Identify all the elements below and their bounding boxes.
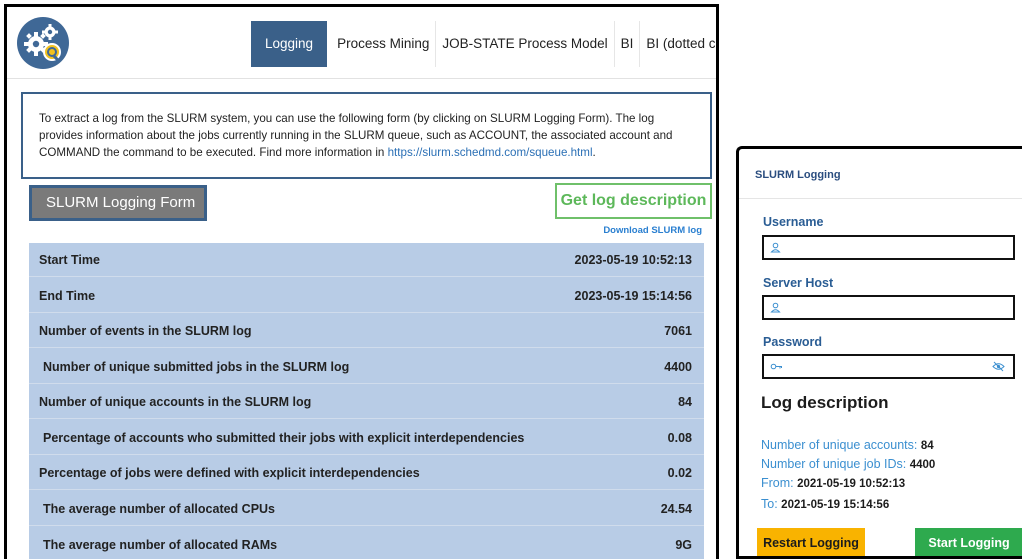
stat-row-pct-accounts: Percentage of accounts who submitted the…	[29, 421, 704, 455]
stat-value: 2023-05-19 15:14:56	[574, 289, 692, 303]
server-host-field[interactable]	[762, 295, 1015, 320]
password-field[interactable]	[762, 354, 1015, 379]
key-icon	[770, 363, 782, 370]
main-window: Logging Process Mining JOB-STATE Process…	[4, 4, 719, 559]
server-host-label: Server Host	[763, 276, 834, 290]
user-icon	[770, 242, 781, 253]
from-line: From: 2021-05-19 10:52:13	[761, 476, 905, 490]
log-stats-table: Start Time 2023-05-19 10:52:13 End Time …	[29, 243, 704, 559]
stat-value: 24.54	[660, 502, 692, 516]
download-slurm-log-link[interactable]: Download SLURM log	[603, 225, 702, 236]
stat-label: Number of unique submitted jobs in the S…	[43, 360, 350, 374]
unique-jobs-value: 4400	[909, 459, 936, 471]
slurm-logging-form-button[interactable]: SLURM Logging Form	[29, 185, 207, 221]
stat-label: Number of events in the SLURM log	[39, 324, 252, 338]
tab-bi-dotted-charts[interactable]: BI (dotted charts)	[640, 21, 716, 67]
slurm-logging-panel: SLURM Logging Username Server Host Passw…	[736, 146, 1022, 559]
from-value: 2021-05-19 10:52:13	[797, 478, 906, 490]
squeue-doc-link[interactable]: https://slurm.schedmd.com/squeue.html	[388, 146, 593, 159]
stat-value: 7061	[664, 324, 692, 338]
stat-value: 9G	[675, 538, 692, 552]
to-label: To:	[761, 497, 778, 511]
stat-value: 0.02	[667, 466, 692, 480]
to-value: 2021-05-19 15:14:56	[781, 499, 890, 511]
panel-title: SLURM Logging	[755, 169, 841, 181]
unique-jobs-line: Number of unique job IDs: 4400	[761, 457, 935, 471]
get-log-description-button[interactable]: Get log description	[555, 183, 712, 219]
restart-logging-button[interactable]: Restart Logging	[757, 528, 865, 556]
tab-process-mining[interactable]: Process Mining	[331, 21, 437, 67]
stat-label: The average number of allocated CPUs	[43, 502, 276, 516]
stat-label: Start Time	[39, 253, 100, 267]
stat-label: End Time	[39, 289, 96, 303]
stat-row-end-time: End Time 2023-05-19 15:14:56	[29, 279, 704, 313]
password-label: Password	[763, 335, 823, 349]
stat-row-unique-jobs: Number of unique submitted jobs in the S…	[29, 350, 704, 384]
unique-accounts-line: Number of unique accounts: 84	[761, 438, 934, 452]
stat-label: Percentage of jobs were defined with exp…	[39, 466, 420, 480]
stat-row-avg-cpus: The average number of allocated CPUs 24.…	[29, 492, 704, 526]
info-text-end: .	[592, 146, 596, 159]
gears-search-icon[interactable]	[17, 17, 69, 69]
log-description-title: Log description	[761, 393, 889, 412]
unique-accounts-value: 84	[920, 440, 934, 452]
top-navbar: Logging Process Mining JOB-STATE Process…	[7, 7, 716, 79]
stat-row-events: Number of events in the SLURM log 7061	[29, 314, 704, 348]
tab-bi[interactable]: BI	[615, 21, 641, 67]
stat-label: Percentage of accounts who submitted the…	[43, 431, 525, 445]
stat-row-unique-accounts: Number of unique accounts in the SLURM l…	[29, 385, 704, 419]
stat-label: Number of unique accounts in the SLURM l…	[39, 395, 312, 409]
to-line: To: 2021-05-19 15:14:56	[761, 497, 889, 511]
username-label: Username	[763, 215, 824, 229]
tab-logging[interactable]: Logging	[251, 21, 328, 67]
info-box: To extract a log from the SLURM system, …	[21, 92, 712, 179]
panel-header: SLURM Logging	[739, 149, 1022, 199]
stat-row-avg-rams: The average number of allocated RAMs 9G	[29, 528, 704, 559]
nav-tabs: Logging Process Mining JOB-STATE Process…	[251, 21, 716, 67]
stat-value: 84	[678, 395, 692, 409]
stat-row-start-time: Start Time 2023-05-19 10:52:13	[29, 243, 704, 277]
stat-value: 0.08	[667, 431, 692, 445]
tab-job-state-process-model[interactable]: JOB-STATE Process Model	[436, 21, 615, 67]
stat-value: 2023-05-19 10:52:13	[574, 253, 692, 267]
unique-accounts-label: Number of unique accounts:	[761, 438, 918, 452]
stat-row-pct-jobs: Percentage of jobs were defined with exp…	[29, 456, 704, 490]
from-label: From:	[761, 476, 794, 490]
eye-slash-icon[interactable]	[992, 361, 1005, 372]
user-icon	[770, 302, 781, 313]
stat-label: The average number of allocated RAMs	[43, 538, 278, 552]
stat-value: 4400	[664, 360, 692, 374]
unique-jobs-label: Number of unique job IDs:	[761, 457, 907, 471]
start-logging-button[interactable]: Start Logging	[915, 528, 1022, 556]
username-field[interactable]	[762, 235, 1015, 260]
